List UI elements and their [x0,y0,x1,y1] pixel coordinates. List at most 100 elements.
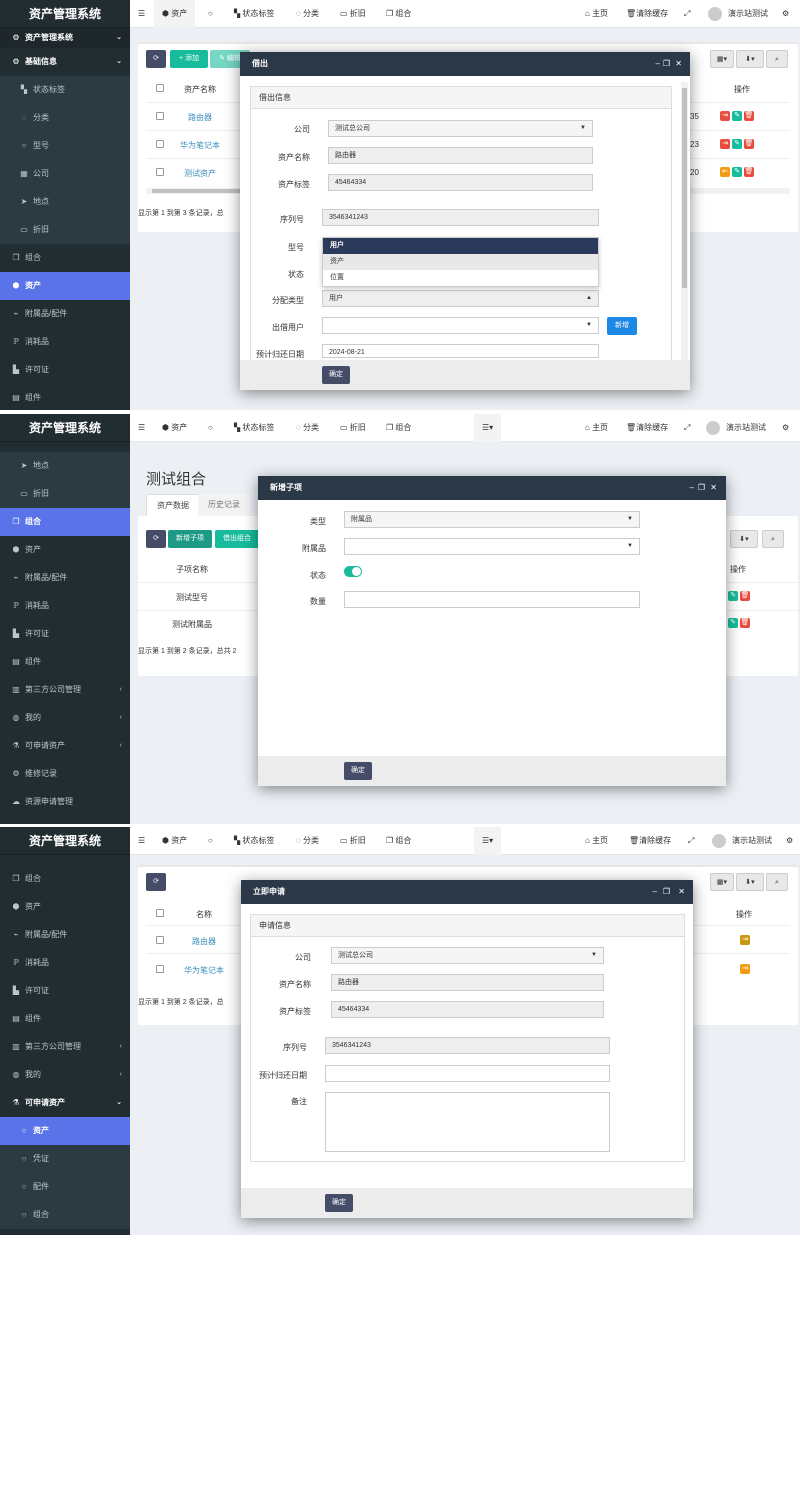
tab-category[interactable]: ◌ 分类 [296,414,319,442]
request-icon[interactable]: ⇥ [740,964,750,974]
select-all-checkbox[interactable] [156,84,164,92]
confirm-button[interactable]: 确定 [322,366,350,384]
row-checkbox[interactable] [156,168,164,176]
row-checkbox[interactable] [156,965,164,973]
delete-icon[interactable]: 🗑 [740,591,750,601]
menu-icon[interactable]: ☰ [138,414,145,442]
sidebar-item-licenses[interactable]: ▙ 许可证 [0,356,130,384]
add-button[interactable]: + 添加 [170,50,208,68]
fullscreen-icon[interactable]: ⤢ [684,414,690,442]
scrollbar-thumb[interactable] [152,189,242,193]
sidebar-item-third-party[interactable]: ▥ 第三方公司管理 ‹ [0,676,130,704]
export-button[interactable]: ⬇▾ [730,530,758,548]
tab-depreciation[interactable]: ▭ 折旧 [340,0,366,28]
sidebar-group-system[interactable]: ⚙ 资产管理系统 ⌄ [0,28,130,48]
tab-assets[interactable]: ⬢ 资产 [162,827,187,855]
sidebar-item-consumables[interactable]: ℙ 消耗品 [0,592,130,620]
add-child-button[interactable]: 新增子项 [168,530,212,548]
table-row-name[interactable]: 路由器 [188,112,212,123]
search-button[interactable]: ⌕ [766,50,788,68]
sidebar-item-licenses[interactable]: ▙ 许可证 [0,620,130,648]
sidebar-item-consumables[interactable]: ℙ 消耗品 [0,949,130,977]
more-tabs-dropdown[interactable]: ☰▾ [474,414,502,442]
checkin-icon[interactable]: ⇥ [720,111,730,121]
sidebar-item-accessories[interactable]: ⌁ 附属品/配件 [0,564,130,592]
edit-icon[interactable]: ✎ [732,111,742,121]
checkout-combo-button[interactable]: 借出组合 [215,530,259,548]
menu-icon[interactable]: ☰ [138,0,145,28]
minimize-icon[interactable]: – [690,476,694,500]
maximize-icon[interactable]: ❐ [698,476,705,500]
delete-icon[interactable]: 🗑 [740,618,750,628]
asset-name-field[interactable]: 路由器 [331,974,604,991]
return-date-field[interactable]: 2024-08-21 [322,344,599,358]
refresh-button[interactable]: ⟳ [146,873,166,891]
sidebar-item-vouchers[interactable]: ○ 凭证 [0,1145,130,1173]
checkin-icon[interactable]: ⇥ [720,139,730,149]
sidebar-item-company[interactable]: ▦ 公司 [0,160,130,188]
close-icon[interactable]: ✕ [675,52,682,76]
avatar[interactable] [708,7,722,21]
circle-icon[interactable]: ○ [208,827,213,855]
search-button[interactable]: ⌕ [766,873,788,891]
search-button[interactable]: ⌕ [762,530,784,548]
close-icon[interactable]: ✕ [678,880,685,904]
minimize-icon[interactable]: – [653,880,657,904]
tab-status-tags[interactable]: ▚ 状态标签 [234,414,274,442]
sidebar-item-model[interactable]: ○ 型号 [0,132,130,160]
table-row-name[interactable]: 路由器 [192,936,216,947]
tab-category[interactable]: ◌ 分类 [296,0,319,28]
new-user-button[interactable]: 新增 [607,317,637,335]
maximize-icon[interactable]: ❐ [663,52,670,76]
circle-icon[interactable]: ○ [208,0,213,28]
confirm-button[interactable]: 确定 [325,1194,353,1212]
modal-scrollbar[interactable] [681,82,688,360]
settings-icon[interactable]: ⚙ [782,0,789,28]
tab-asset-data[interactable]: 资产数据 [146,494,200,516]
sidebar-item-accessories[interactable]: ⌁ 附属品/配件 [0,921,130,949]
tab-status-tags[interactable]: ▚ 状态标签 [234,827,274,855]
delete-icon[interactable]: 🗑 [744,139,754,149]
avatar[interactable] [712,834,726,848]
tab-depreciation[interactable]: ▭ 折旧 [340,414,366,442]
close-icon[interactable]: ✕ [710,476,717,500]
columns-button[interactable]: ▦▾ [710,873,734,891]
serial-field[interactable]: 3546341243 [325,1037,610,1054]
fullscreen-icon[interactable]: ⤢ [688,827,694,855]
sidebar-item-assets[interactable]: ⬢ 资产 [0,272,130,300]
sidebar-item-depreciation[interactable]: ▭ 折旧 [0,480,130,508]
type-select[interactable]: 附属品 ▼ [344,511,640,528]
sidebar-item-mine[interactable]: ◍ 我的 ‹ [0,704,130,732]
tab-category[interactable]: ◌ 分类 [296,827,319,855]
export-button[interactable]: ⬇▾ [736,873,764,891]
asset-tag-field[interactable]: 45464334 [331,1001,604,1018]
tab-history[interactable]: 历史记录 [198,494,250,516]
return-date-field[interactable] [325,1065,610,1082]
accessory-select[interactable]: ▼ [344,538,640,555]
sidebar-item-location[interactable]: ➤ 地点 [0,452,130,480]
home-link[interactable]: ⌂ 主页 [585,414,608,442]
notes-textarea[interactable] [325,1092,610,1152]
edit-icon[interactable]: ✎ [732,139,742,149]
dropdown-option-location[interactable]: 位置 [323,270,598,286]
status-toggle[interactable] [344,566,362,577]
tab-combo[interactable]: ❐ 组合 [386,827,411,855]
sidebar-item-maintenance[interactable]: ⚙ 维修记录 [0,760,130,788]
row-checkbox[interactable] [156,140,164,148]
edit-icon[interactable]: ✎ [732,167,742,177]
columns-button[interactable]: ▦▾ [710,50,734,68]
sidebar-item-location[interactable]: ➤ 地点 [0,188,130,216]
clear-cache-link[interactable]: 🗑清除缓存 [629,827,671,855]
table-row-name[interactable]: 测试资产 [184,168,216,179]
sidebar-item-requestable[interactable]: ⚗ 可申请资产 ⌄ [0,1089,130,1117]
dropdown-option-user[interactable]: 用户 [323,238,598,254]
sidebar-item-combo[interactable]: ❐ 组合 [0,508,130,536]
user-name[interactable]: 演示站测试 [726,414,766,442]
checkout-icon[interactable]: ⇤ [720,167,730,177]
tab-assets[interactable]: ⬢ 资产 [162,414,187,442]
sidebar-item-assets[interactable]: ⬢ 资产 [0,536,130,564]
more-tabs-dropdown[interactable]: ☰▾ [474,827,502,855]
sidebar-item-components[interactable]: ▤ 组件 [0,648,130,676]
sidebar-item-resource-requests[interactable]: ☁ 资源申请管理 [0,788,130,816]
table-row-name[interactable]: 华为笔记本 [184,965,224,976]
